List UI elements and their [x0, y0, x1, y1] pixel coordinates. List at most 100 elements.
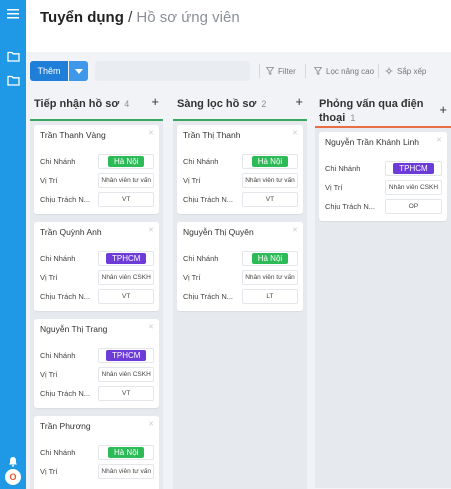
column-header: Tiếp nhận hồ sơ 4 +	[30, 93, 163, 121]
branch-field: Hà Nội	[98, 445, 154, 460]
candidate-card[interactable]: Nguyễn Trần Khánh Linh ✕ Chi Nhánh TPHCM …	[319, 132, 447, 221]
close-icon[interactable]: ✕	[436, 136, 442, 144]
menu-icon[interactable]	[3, 4, 23, 24]
column-title: Phỏng vấn qua điện thoại 1	[319, 98, 424, 124]
toolbar-divider	[305, 64, 306, 78]
branch-field: TPHCM	[384, 161, 442, 176]
candidate-card[interactable]: Trần Thanh Vàng ✕ Chi Nhánh Hà Nội Vị Trí…	[34, 125, 159, 214]
sort-button[interactable]: Sắp xếp	[385, 61, 426, 81]
column-header: Phỏng vấn qua điện thoại 1 +	[315, 93, 451, 128]
add-card-button[interactable]: +	[151, 95, 159, 108]
candidate-card[interactable]: Nguyễn Thị Quyên ✕ Chi Nhánh Hà Nội Vị Tr…	[177, 222, 303, 311]
position-label: Vị Trí	[325, 183, 343, 192]
position-label: Vị Trí	[40, 370, 58, 379]
folder-icon[interactable]	[3, 70, 23, 90]
advanced-filter-label: Lọc nâng cao	[326, 66, 375, 76]
owner-value: OP	[384, 199, 442, 214]
branch-field: Hà Nội	[241, 154, 298, 169]
close-icon[interactable]: ✕	[292, 226, 298, 234]
owner-value: VT	[98, 386, 154, 401]
branch-label: Chi Nhánh	[183, 157, 219, 166]
kanban-column-tiep-nhan: Tiếp nhận hồ sơ 4 + Trần Thanh Vàng ✕ Ch…	[30, 93, 163, 489]
chevron-down-icon	[74, 68, 83, 74]
column-body: Trần Thanh Vàng ✕ Chi Nhánh Hà Nội Vị Trí…	[30, 121, 163, 489]
owner-label: Chịu Trách N...	[40, 195, 91, 204]
breadcrumb-separator: /	[128, 9, 133, 26]
add-dropdown-button[interactable]	[69, 61, 88, 81]
toolbar-divider	[259, 64, 260, 78]
branch-label: Chi Nhánh	[40, 448, 76, 457]
candidate-name: Trần Phương	[40, 421, 91, 431]
advanced-filter-button[interactable]: Lọc nâng cao	[314, 61, 374, 81]
branch-label: Chi Nhánh	[183, 254, 219, 263]
position-value: Nhân viên CSKH	[98, 270, 154, 285]
candidate-card[interactable]: Trần Quỳnh Anh ✕ Chi Nhánh TPHCM Vị Trí Nh…	[34, 222, 159, 311]
branch-tag: Hà Nội	[107, 156, 145, 167]
candidate-card[interactable]: Trần Thị Thanh ✕ Chi Nhánh Hà Nội Vị Trí N…	[177, 125, 303, 214]
sidebar: O	[0, 0, 26, 489]
position-value: Nhân viên tư vấn	[241, 270, 298, 285]
position-value: Nhân viên tư vấn	[241, 173, 298, 188]
avatar[interactable]: O	[5, 469, 21, 485]
candidate-name: Trần Thị Thanh	[183, 130, 241, 140]
branch-field: TPHCM	[98, 251, 154, 266]
column-count: 2	[261, 99, 267, 109]
position-value: Nhân viên tư vấn	[98, 173, 154, 188]
branch-field: TPHCM	[98, 348, 154, 363]
owner-label: Chịu Trách N...	[40, 292, 91, 301]
filter-label: Filter	[278, 66, 296, 76]
kanban-column-phong-van: Phỏng vấn qua điện thoại 1 + Nguyễn Trần…	[315, 93, 451, 489]
search-input[interactable]	[95, 61, 250, 81]
branch-tag: Hà Nội	[251, 253, 289, 264]
position-value: Nhân viên CSKH	[384, 180, 442, 195]
branch-tag: Hà Nội	[251, 156, 289, 167]
position-label: Vị Trí	[183, 273, 201, 282]
branch-label: Chi Nhánh	[40, 157, 76, 166]
position-value: Nhân viên tư vấn	[98, 464, 154, 479]
position-label: Vị Trí	[40, 176, 58, 185]
position-label: Vị Trí	[40, 467, 58, 476]
add-button[interactable]: Thêm	[30, 61, 68, 81]
column-body: Trần Thị Thanh ✕ Chi Nhánh Hà Nội Vị Trí N…	[173, 121, 307, 489]
toolbar-divider	[378, 64, 379, 78]
candidate-name: Trần Thanh Vàng	[40, 130, 106, 140]
column-header: Sàng lọc hồ sơ 2 +	[173, 93, 307, 121]
branch-label: Chi Nhánh	[325, 164, 361, 173]
add-card-button[interactable]: +	[295, 95, 303, 108]
filter-button[interactable]: Filter	[266, 61, 296, 81]
column-count: 1	[350, 113, 356, 123]
breadcrumb: Tuyển dụng / Hồ sơ ứng viên	[40, 9, 240, 26]
column-title: Sàng lọc hồ sơ 2	[177, 98, 267, 110]
column-body: Nguyễn Trần Khánh Linh ✕ Chi Nhánh TPHCM …	[315, 128, 451, 488]
branch-label: Chi Nhánh	[40, 351, 76, 360]
owner-value: VT	[98, 192, 154, 207]
close-icon[interactable]: ✕	[148, 323, 154, 331]
add-card-button[interactable]: +	[439, 103, 447, 116]
column-title: Tiếp nhận hồ sơ 4	[34, 98, 130, 110]
folder-icon[interactable]	[3, 46, 23, 66]
close-icon[interactable]: ✕	[148, 226, 154, 234]
sort-label: Sắp xếp	[397, 66, 427, 76]
owner-label: Chịu Trách N...	[183, 195, 234, 204]
position-label: Vị Trí	[183, 176, 201, 185]
branch-label: Chi Nhánh	[40, 254, 76, 263]
candidate-name: Nguyễn Trần Khánh Linh	[325, 137, 420, 147]
close-icon[interactable]: ✕	[148, 420, 154, 428]
position-value: Nhân viên CSKH	[98, 367, 154, 382]
kanban-column-sang-loc: Sàng lọc hồ sơ 2 + Trần Thị Thanh ✕ Chi …	[173, 93, 307, 489]
column-count: 4	[124, 99, 130, 109]
filter-icon	[314, 67, 322, 75]
filter-icon	[266, 67, 274, 75]
close-icon[interactable]: ✕	[148, 129, 154, 137]
candidate-card[interactable]: Nguyễn Thị Trang ✕ Chi Nhánh TPHCM Vị Trí…	[34, 319, 159, 408]
breadcrumb-current: Hồ sơ ứng viên	[136, 9, 240, 26]
owner-label: Chịu Trách N...	[325, 202, 376, 211]
close-icon[interactable]: ✕	[292, 129, 298, 137]
position-label: Vị Trí	[40, 273, 58, 282]
branch-tag: TPHCM	[105, 350, 147, 361]
owner-value: VT	[98, 289, 154, 304]
breadcrumb-parent[interactable]: Tuyển dụng	[40, 9, 124, 26]
bell-icon[interactable]	[3, 451, 23, 471]
candidate-name: Trần Quỳnh Anh	[40, 227, 102, 237]
candidate-card[interactable]: Trần Phương ✕ Chi Nhánh Hà Nội Vị Trí Nhân…	[34, 416, 159, 489]
